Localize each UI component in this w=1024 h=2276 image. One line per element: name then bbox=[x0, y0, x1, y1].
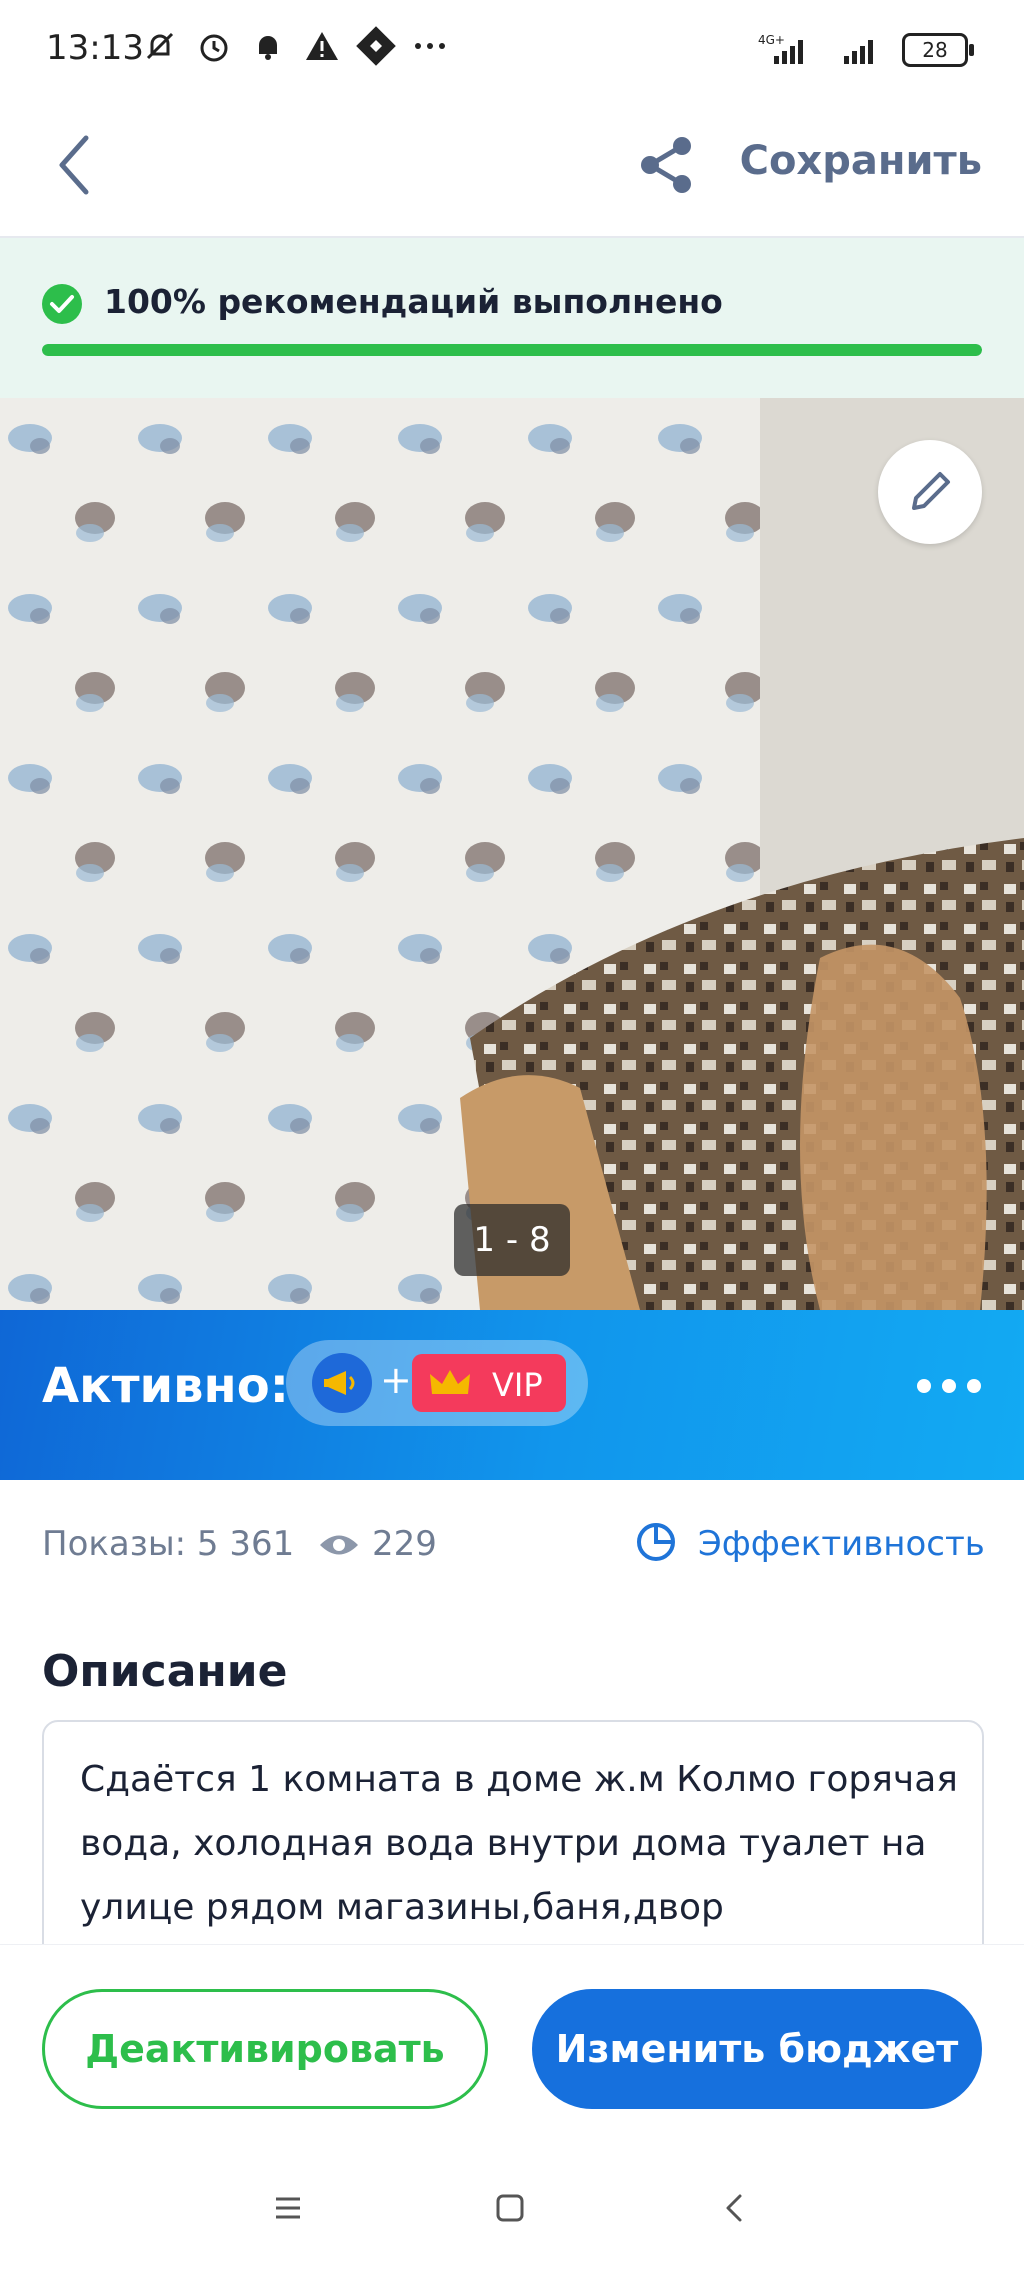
deactivate-button[interactable]: Деактивировать bbox=[42, 1989, 488, 2109]
status-icons bbox=[140, 26, 450, 66]
signal-2-icon bbox=[844, 40, 873, 64]
more-options-icon[interactable] bbox=[914, 1376, 984, 1396]
edit-photo-button[interactable] bbox=[878, 440, 982, 544]
alarm-icon bbox=[200, 34, 228, 62]
back-arrow-icon[interactable] bbox=[50, 130, 100, 200]
pencil-icon bbox=[912, 472, 950, 510]
vip-badge: VIP bbox=[412, 1354, 566, 1412]
shows-count: Показы: 5 361 bbox=[42, 1524, 295, 1564]
system-nav-bar bbox=[0, 2144, 1024, 2276]
active-services-band: Активно: + VIP bbox=[0, 1310, 1024, 1480]
system-back-icon[interactable] bbox=[714, 2188, 754, 2228]
recommendations-progress-fill bbox=[42, 344, 982, 356]
battery-icon: 28 bbox=[902, 33, 974, 67]
crown-icon bbox=[430, 1370, 470, 1394]
recommendations-banner[interactable]: 100% рекомендаций выполнено bbox=[0, 238, 1024, 398]
share-icon[interactable] bbox=[638, 134, 696, 196]
plus-sign: + bbox=[380, 1358, 412, 1402]
network-type: 4G+ bbox=[758, 33, 785, 47]
active-label: Активно: bbox=[42, 1358, 289, 1414]
app-bar: Сохранить bbox=[0, 100, 1024, 238]
description-text: Сдаётся 1 комната в доме ж.м Колмо горяч… bbox=[80, 1759, 958, 1928]
status-time: 13:13 bbox=[46, 28, 144, 68]
views-count: 229 bbox=[372, 1524, 437, 1564]
save-button[interactable]: Сохранить bbox=[740, 138, 982, 184]
warning-icon bbox=[306, 32, 338, 60]
bell-icon bbox=[259, 36, 277, 60]
status-right: 4G+ 28 bbox=[756, 30, 974, 70]
muted-bell-icon bbox=[146, 32, 174, 60]
status-bar: 13:13 4G+ 28 bbox=[0, 0, 1024, 100]
description-title: Описание bbox=[42, 1646, 288, 1697]
recent-apps-icon[interactable] bbox=[268, 2188, 308, 2228]
more-notifications-icon bbox=[415, 43, 445, 49]
check-circle-icon bbox=[42, 284, 82, 324]
active-services-pill[interactable]: + VIP bbox=[286, 1340, 588, 1426]
stats-row: Показы: 5 361 229 Эффективность bbox=[0, 1480, 1024, 1600]
home-icon[interactable] bbox=[490, 2188, 530, 2228]
recommendations-text: 100% рекомендаций выполнено bbox=[104, 282, 723, 321]
recommendations-progress bbox=[42, 344, 982, 356]
megaphone-icon bbox=[312, 1353, 372, 1413]
efficiency-link[interactable]: Эффективность bbox=[698, 1524, 985, 1564]
vip-label: VIP bbox=[492, 1366, 543, 1404]
photo-image bbox=[0, 398, 1024, 1310]
pie-chart-icon[interactable] bbox=[634, 1520, 678, 1564]
listing-photo[interactable] bbox=[0, 398, 1024, 1310]
signal-icon: 4G+ bbox=[758, 33, 803, 64]
bottom-action-bar: Деактивировать Изменить бюджет bbox=[0, 1944, 1024, 2145]
photo-counter: 1 - 8 bbox=[454, 1204, 570, 1276]
change-budget-button[interactable]: Изменить бюджет bbox=[532, 1989, 982, 2109]
eye-icon bbox=[320, 1535, 358, 1555]
nfc-icon bbox=[356, 26, 396, 66]
